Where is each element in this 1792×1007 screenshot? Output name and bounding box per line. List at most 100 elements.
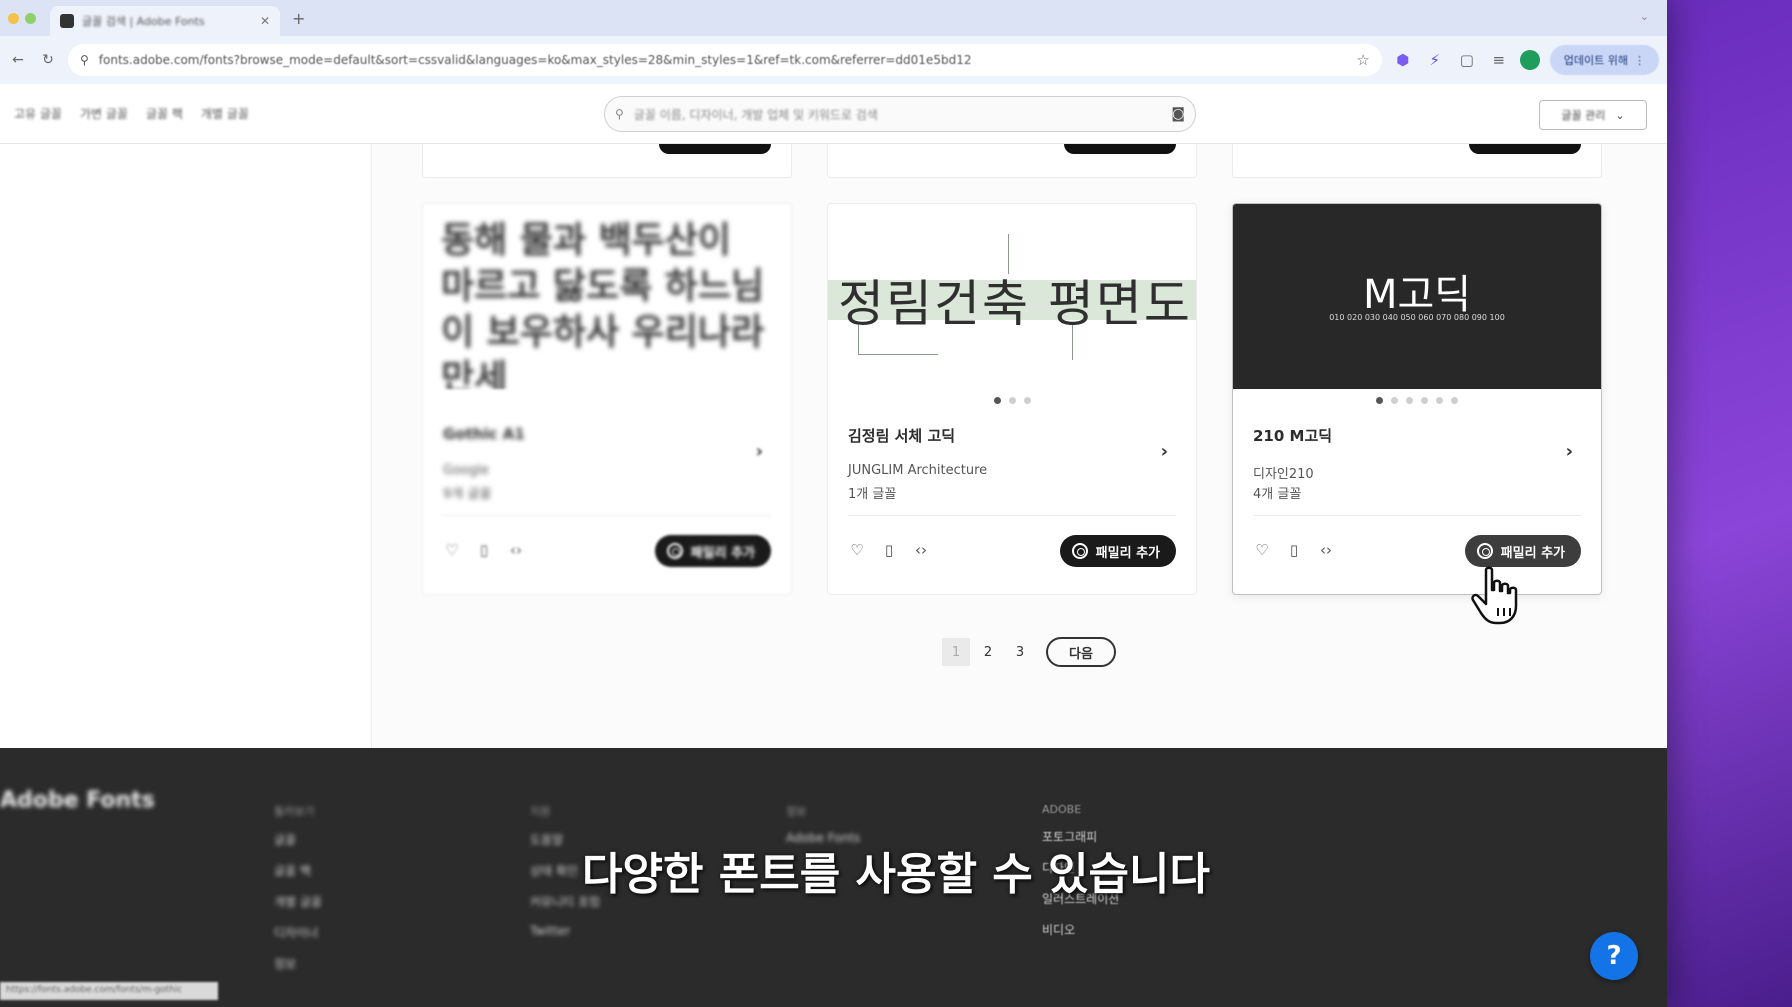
- add-family-label: 패밀리 추가: [1500, 545, 1565, 561]
- footer-column-head: ADOBE: [1042, 803, 1082, 816]
- nav-item-variable[interactable]: 가변 글꼴: [80, 105, 128, 122]
- font-count: 1개 글꼴: [848, 487, 897, 502]
- font-search-input[interactable]: ⚲ 글꼴 이름, 디자이너, 개발 업체 및 키워드로 검색 ◙: [604, 96, 1196, 132]
- font-foundry[interactable]: 디자인210: [1253, 463, 1314, 482]
- url-field[interactable]: ⚲ fonts.adobe.com/fonts?browse_mode=defa…: [68, 44, 1382, 76]
- carousel-dot[interactable]: [1436, 397, 1443, 404]
- tab-close-icon[interactable]: ✕: [260, 14, 270, 28]
- extension-bolt-icon[interactable]: ⚡: [1424, 51, 1446, 69]
- menu-kebab-icon: ⋮: [1634, 53, 1645, 67]
- heart-icon[interactable]: ♡: [443, 541, 461, 559]
- bookmark-star-icon[interactable]: ☆: [1356, 51, 1369, 69]
- footer-link[interactable]: 비디오: [1042, 921, 1119, 938]
- preview-weights: 010 020 030 040 050 060 070 080 090 100: [1329, 313, 1505, 322]
- page-2-button[interactable]: 2: [974, 638, 1002, 666]
- page-1-button[interactable]: 1: [942, 638, 970, 666]
- card-divider: [443, 515, 771, 516]
- site-header: 고유 글꼴 가변 글꼴 글꼴 팩 개별 글꼴 ⚲ 글꼴 이름, 디자이너, 개발…: [0, 84, 1667, 144]
- font-preview[interactable]: M고딕 010 020 030 040 050 060 070 080 090 …: [1233, 204, 1601, 389]
- url-text: fonts.adobe.com/fonts?browse_mode=defaul…: [98, 53, 972, 67]
- font-foundry[interactable]: JUNGLIM Architecture: [848, 463, 987, 478]
- creative-cloud-icon: [1476, 543, 1493, 559]
- footer-logo[interactable]: Adobe Fonts: [0, 788, 155, 813]
- nav-item-unique[interactable]: 고유 글꼴: [14, 105, 62, 122]
- font-count: 9개 글꼴: [443, 487, 492, 502]
- font-preview[interactable]: 동해 물과 백두산이 마르고 닳도록 하느님이 보우하사 우리나라 만세: [423, 204, 791, 389]
- carousel-dot[interactable]: [1376, 397, 1383, 404]
- save-to-list-icon[interactable]: ▯: [475, 541, 493, 559]
- browser-tab[interactable]: 글꼴 검색 | Adobe Fonts ✕: [50, 6, 280, 36]
- footer-link[interactable]: 정보: [274, 955, 322, 972]
- chevron-right-icon[interactable]: ›: [756, 441, 763, 462]
- font-preview[interactable]: 정림건축 평면도: [828, 204, 1196, 389]
- page-3-button[interactable]: 3: [1006, 638, 1034, 666]
- embed-code-icon[interactable]: ‹›: [1317, 541, 1335, 559]
- update-button[interactable]: 업데이트 위해 ⋮: [1549, 45, 1659, 75]
- prev-card: [827, 144, 1197, 178]
- embed-code-icon[interactable]: ‹›: [507, 541, 525, 559]
- manage-fonts-button[interactable]: 글꼴 관리 ⌄: [1539, 100, 1647, 130]
- add-family-label: 패밀리 추가: [690, 545, 755, 561]
- chevron-right-icon[interactable]: ›: [1566, 441, 1573, 462]
- preview-carousel-dots[interactable]: [1233, 397, 1601, 404]
- minimize-icon[interactable]: [8, 13, 19, 24]
- extension-shield-icon[interactable]: ⬢: [1392, 51, 1414, 69]
- update-label: 업데이트 위해: [1563, 54, 1628, 67]
- font-card-junglim[interactable]: 정림건축 평면도 김정림 서체 고딕 JUNGLIM Architecture …: [827, 203, 1197, 595]
- preview-text: M고딕: [1362, 272, 1472, 318]
- preview-carousel-dots[interactable]: [828, 397, 1196, 404]
- font-foundry[interactable]: Google: [443, 463, 489, 478]
- font-family-name[interactable]: 김정림 서체 고딕: [848, 425, 955, 446]
- footer-column-head: 둘러보기: [274, 805, 315, 818]
- font-count: 4개 글꼴: [1253, 487, 1302, 502]
- maximize-icon[interactable]: [25, 13, 36, 24]
- font-family-name[interactable]: Gothic A1: [443, 425, 525, 443]
- card-divider: [848, 515, 1176, 516]
- font-family-name[interactable]: 210 M고딕: [1253, 425, 1332, 446]
- nav-item-packs[interactable]: 글꼴 팩: [146, 105, 183, 122]
- save-to-list-icon[interactable]: ▯: [1285, 541, 1303, 559]
- add-family-button[interactable]: 패밀리 추가: [1059, 535, 1176, 567]
- add-family-button[interactable]: [1469, 144, 1581, 154]
- font-card-210-m-gothic[interactable]: M고딕 010 020 030 040 050 060 070 080 090 …: [1232, 203, 1602, 595]
- reload-icon[interactable]: ↻: [38, 52, 58, 68]
- new-tab-icon[interactable]: +: [292, 9, 305, 28]
- manage-fonts-label: 글꼴 관리: [1561, 109, 1606, 122]
- heart-icon[interactable]: ♡: [848, 541, 866, 559]
- next-page-button[interactable]: 다음: [1046, 637, 1116, 667]
- tab-title: 글꼴 검색 | Adobe Fonts: [82, 15, 205, 28]
- add-family-button[interactable]: 패밀리 추가: [654, 535, 771, 567]
- heart-icon[interactable]: ♡: [1253, 541, 1271, 559]
- video-subtitle: 다양한 폰트를 사용할 수 있습니다: [582, 849, 1210, 900]
- carousel-dot[interactable]: [1406, 397, 1413, 404]
- footer-link[interactable]: Twitter: [530, 924, 600, 938]
- carousel-dot[interactable]: [1391, 397, 1398, 404]
- carousel-dot[interactable]: [993, 397, 1001, 404]
- extensions-puzzle-icon[interactable]: ▢: [1456, 51, 1478, 69]
- carousel-dot[interactable]: [1023, 397, 1031, 404]
- footer-link[interactable]: 디자이너: [274, 924, 322, 941]
- profile-avatar[interactable]: [1519, 50, 1540, 70]
- prev-card: [422, 144, 792, 178]
- add-family-button[interactable]: [659, 144, 771, 154]
- embed-code-icon[interactable]: ‹›: [912, 541, 930, 559]
- card-divider: [1253, 515, 1581, 516]
- tab-bar: 글꼴 검색 | Adobe Fonts ✕ + ⌄: [0, 0, 1667, 36]
- visual-search-camera-icon[interactable]: ◙: [1171, 106, 1185, 122]
- carousel-dot[interactable]: [1421, 397, 1428, 404]
- creative-cloud-icon: [666, 543, 683, 559]
- nav-item-individual[interactable]: 개별 글꼴: [201, 105, 249, 122]
- add-family-button[interactable]: 패밀리 추가: [1464, 535, 1581, 567]
- save-to-list-icon[interactable]: ▯: [880, 541, 898, 559]
- site-info-icon[interactable]: ⚲: [80, 53, 89, 67]
- carousel-dot[interactable]: [1451, 397, 1458, 404]
- back-arrow-icon[interactable]: ←: [8, 52, 28, 68]
- add-family-button[interactable]: [1064, 144, 1176, 154]
- reading-list-icon[interactable]: ≡: [1488, 51, 1510, 69]
- tab-list-chevron-icon[interactable]: ⌄: [1640, 10, 1649, 23]
- chevron-right-icon[interactable]: ›: [1161, 441, 1168, 462]
- font-card-gothic-a1[interactable]: 동해 물과 백두산이 마르고 닳도록 하느님이 보우하사 우리나라 만세 Got…: [422, 203, 792, 595]
- add-family-label: 패밀리 추가: [1095, 545, 1160, 561]
- carousel-dot[interactable]: [1008, 397, 1016, 404]
- help-button[interactable]: ?: [1590, 932, 1638, 980]
